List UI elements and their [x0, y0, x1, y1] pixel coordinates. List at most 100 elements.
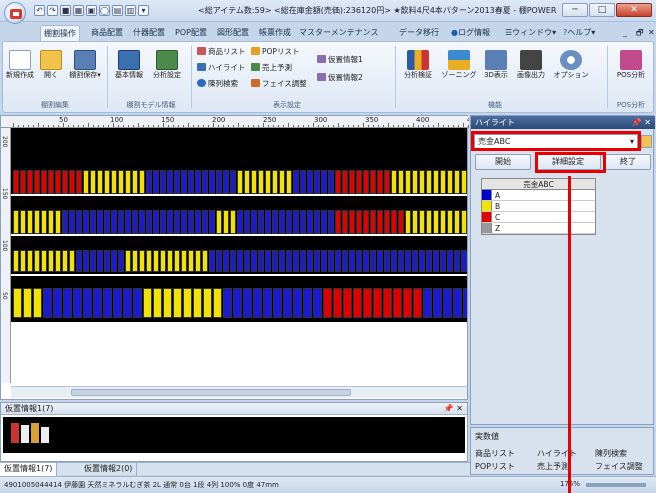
3d-view-button[interactable]: 3D表示: [481, 50, 511, 80]
product-item[interactable]: [20, 210, 26, 234]
product-item[interactable]: [253, 288, 262, 318]
quick-access-button[interactable]: ↶: [34, 5, 45, 16]
image-export-button[interactable]: 画像出力: [513, 50, 549, 80]
product-item[interactable]: [377, 210, 383, 234]
product-item[interactable]: [258, 250, 264, 272]
product-item[interactable]: [153, 288, 162, 318]
product-item[interactable]: [463, 288, 467, 318]
pin-close-icon[interactable]: 📌 ✕: [632, 116, 651, 129]
detail-settings-button[interactable]: 詳細設定: [535, 154, 601, 170]
quick-access-button[interactable]: ▤: [112, 5, 123, 16]
save-button[interactable]: 棚割保存▾: [65, 50, 105, 80]
product-item[interactable]: [202, 170, 208, 194]
product-item[interactable]: [139, 250, 145, 272]
horizontal-scrollbar[interactable]: [11, 386, 467, 398]
product-item[interactable]: [118, 210, 124, 234]
product-item[interactable]: [34, 170, 40, 194]
scroll-thumb[interactable]: [71, 389, 351, 396]
temp-product[interactable]: [21, 425, 29, 443]
product-item[interactable]: [307, 170, 313, 194]
product-item[interactable]: [356, 210, 362, 234]
product-item[interactable]: [398, 250, 404, 272]
product-item[interactable]: [13, 288, 22, 318]
quick-access-button[interactable]: ▦: [73, 5, 84, 16]
product-item[interactable]: [62, 210, 68, 234]
product-item[interactable]: [349, 170, 355, 194]
product-item[interactable]: [153, 210, 159, 234]
product-item[interactable]: [328, 170, 334, 194]
product-item[interactable]: [43, 288, 52, 318]
product-item[interactable]: [293, 170, 299, 194]
app-menu-button[interactable]: [4, 2, 26, 24]
product-item[interactable]: [173, 288, 182, 318]
product-item[interactable]: [272, 170, 278, 194]
product-item[interactable]: [113, 288, 122, 318]
tab-master-maintenance[interactable]: マスターメンテナンス: [296, 25, 382, 41]
product-item[interactable]: [104, 170, 110, 194]
product-item[interactable]: [243, 288, 252, 318]
product-item[interactable]: [384, 170, 390, 194]
temp-product[interactable]: [41, 427, 49, 443]
product-item[interactable]: [111, 250, 117, 272]
product-item[interactable]: [349, 250, 355, 272]
product-item[interactable]: [454, 170, 460, 194]
product-item[interactable]: [123, 288, 132, 318]
product-item[interactable]: [48, 250, 54, 272]
tab-temp-info2[interactable]: 仮置情報2(0): [80, 463, 138, 476]
product-item[interactable]: [167, 250, 173, 272]
product-item[interactable]: [195, 170, 201, 194]
product-item[interactable]: [353, 288, 362, 318]
product-item[interactable]: [391, 250, 397, 272]
product-item[interactable]: [132, 250, 138, 272]
product-item[interactable]: [34, 210, 40, 234]
product-item[interactable]: [335, 250, 341, 272]
product-item[interactable]: [188, 210, 194, 234]
zoning-button[interactable]: ゾーニング: [439, 50, 479, 80]
product-item[interactable]: [195, 250, 201, 272]
product-item[interactable]: [73, 288, 82, 318]
product-item[interactable]: [419, 210, 425, 234]
product-item[interactable]: [103, 288, 112, 318]
face-adjust-button[interactable]: フェイス調整: [251, 78, 307, 89]
product-item[interactable]: [48, 210, 54, 234]
product-item[interactable]: [244, 170, 250, 194]
product-item[interactable]: [146, 170, 152, 194]
tab-log-info[interactable]: ●ログ情報: [448, 25, 493, 41]
product-item[interactable]: [118, 170, 124, 194]
new-button[interactable]: 新規作成: [5, 50, 35, 80]
product-item[interactable]: [405, 210, 411, 234]
planogram-canvas[interactable]: 50 100 150 200 250 300 350 400 450 200 150 100 50: [0, 115, 469, 400]
product-item[interactable]: [321, 250, 327, 272]
product-item[interactable]: [433, 250, 439, 272]
product-item[interactable]: [258, 170, 264, 194]
product-item[interactable]: [174, 170, 180, 194]
product-item[interactable]: [461, 210, 467, 234]
product-list-button[interactable]: 商品リスト: [197, 46, 246, 57]
product-item[interactable]: [370, 170, 376, 194]
product-item[interactable]: [160, 250, 166, 272]
product-item[interactable]: [230, 170, 236, 194]
product-item[interactable]: [183, 288, 192, 318]
analysis-verify-button[interactable]: 分析検証: [399, 50, 437, 80]
product-item[interactable]: [314, 250, 320, 272]
product-item[interactable]: [163, 288, 172, 318]
quick-access-button[interactable]: ▾: [138, 5, 149, 16]
product-item[interactable]: [265, 170, 271, 194]
product-item[interactable]: [342, 250, 348, 272]
nav-product-list[interactable]: 商品リスト: [475, 448, 515, 459]
product-item[interactable]: [328, 250, 334, 272]
product-item[interactable]: [41, 210, 47, 234]
zoom-slider[interactable]: [586, 483, 646, 487]
product-item[interactable]: [373, 288, 382, 318]
quick-access-button[interactable]: ▣: [86, 5, 97, 16]
quick-access-button[interactable]: ■: [60, 5, 71, 16]
product-item[interactable]: [139, 170, 145, 194]
product-item[interactable]: [370, 210, 376, 234]
tab-data-migration[interactable]: データ移行: [396, 25, 442, 41]
start-button[interactable]: 開始: [475, 154, 531, 170]
product-item[interactable]: [41, 170, 47, 194]
product-item[interactable]: [342, 210, 348, 234]
product-item[interactable]: [412, 170, 418, 194]
tab-temp-info1[interactable]: 仮置情報1(7): [0, 463, 58, 476]
product-item[interactable]: [377, 250, 383, 272]
